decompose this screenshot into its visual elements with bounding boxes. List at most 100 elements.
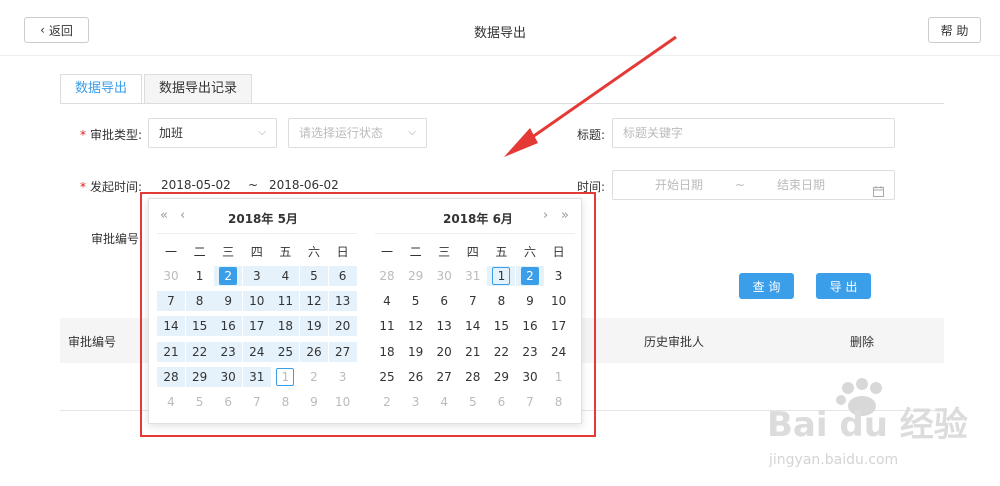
status-select[interactable]: 请选择运行状态 ⌵	[288, 118, 427, 148]
calendar-day[interactable]: 30	[157, 266, 185, 286]
tab-export-records[interactable]: 数据导出记录	[144, 74, 253, 104]
calendar-day[interactable]: 10	[545, 291, 573, 311]
calendar-day[interactable]: 4	[373, 291, 401, 311]
calendar-day[interactable]: 21	[459, 342, 487, 362]
calendar-day[interactable]: 28	[459, 367, 487, 387]
calendar-day[interactable]: 12	[402, 316, 430, 336]
calendar-day[interactable]: 14	[157, 316, 185, 337]
calendar-day[interactable]: 5	[186, 392, 214, 412]
calendar-day[interactable]: 4	[271, 266, 300, 286]
calendar-day[interactable]: 18	[271, 316, 300, 337]
calendar-day[interactable]: 4	[157, 392, 185, 412]
calendar-day[interactable]: 9	[214, 291, 243, 312]
calendar-day[interactable]: 1	[186, 266, 214, 286]
calendar-day[interactable]: 15	[185, 316, 214, 337]
calendar-day[interactable]: 6	[487, 392, 515, 412]
calendar-day[interactable]: 20	[328, 316, 357, 337]
calendar-day[interactable]: 8	[185, 291, 214, 312]
next-year-button[interactable]: »	[561, 208, 569, 223]
calendar-day[interactable]: 9	[516, 291, 544, 311]
calendar-day[interactable]: 28	[157, 366, 185, 387]
calendar-day[interactable]: 8	[487, 291, 515, 311]
calendar-day[interactable]: 5	[300, 266, 328, 286]
calendar-day[interactable]: 30	[214, 366, 243, 387]
query-button[interactable]: 查 询	[739, 273, 794, 299]
calendar-day[interactable]: 12	[300, 291, 328, 312]
calendar-day[interactable]: 7	[459, 291, 487, 311]
calendar-day[interactable]: 24	[545, 342, 573, 362]
end-date-input[interactable]: 2018-06-02	[269, 178, 339, 192]
calendar-day[interactable]: 21	[157, 341, 185, 362]
calendar-day[interactable]: 7	[157, 291, 185, 312]
calendar-day[interactable]: 25	[271, 341, 300, 362]
calendar-day[interactable]: 6	[328, 266, 357, 286]
calendar-day[interactable]: 13	[328, 291, 357, 312]
calendar-day[interactable]: 28	[373, 266, 401, 286]
calendar-day[interactable]: 9	[300, 392, 328, 412]
calendar-day[interactable]: 13	[430, 316, 458, 336]
start-date-input[interactable]: 2018-05-02	[161, 178, 231, 192]
tab-data-export[interactable]: 数据导出	[60, 74, 143, 104]
calendar-day[interactable]: 8	[545, 392, 573, 412]
calendar-day[interactable]: 2	[214, 266, 243, 286]
calendar-day[interactable]: 3	[545, 266, 573, 286]
calendar-day[interactable]: 2	[516, 266, 544, 286]
calendar-day[interactable]: 10	[242, 291, 271, 312]
calendar-day[interactable]: 19	[300, 316, 328, 337]
calendar-day[interactable]: 3	[402, 392, 430, 412]
calendar-day[interactable]: 29	[402, 266, 430, 286]
calendar-day[interactable]: 11	[271, 291, 300, 312]
calendar-day[interactable]: 6	[430, 291, 458, 311]
calendar-day[interactable]: 5	[459, 392, 487, 412]
calendar-day[interactable]: 23	[214, 341, 243, 362]
calendar-day[interactable]: 26	[300, 341, 328, 362]
prev-year-button[interactable]: «	[160, 208, 168, 223]
next-month-button[interactable]: ›	[543, 208, 548, 223]
calendar-day[interactable]: 22	[487, 342, 515, 362]
calendar-day[interactable]: 16	[516, 316, 544, 336]
calendar-day[interactable]: 5	[402, 291, 430, 311]
calendar-day[interactable]: 31	[242, 366, 271, 387]
calendar-day[interactable]: 4	[430, 392, 458, 412]
calendar-day[interactable]: 3	[329, 367, 357, 387]
export-button[interactable]: 导 出	[816, 273, 871, 299]
calendar-day[interactable]: 6	[214, 392, 242, 412]
calendar-day[interactable]: 1	[487, 266, 516, 286]
calendar-day[interactable]: 1	[545, 367, 573, 387]
calendar-day[interactable]: 24	[242, 341, 271, 362]
calendar-day[interactable]: 29	[487, 367, 515, 387]
calendar-day[interactable]: 30	[430, 266, 458, 286]
calendar-day[interactable]: 2	[373, 392, 401, 412]
calendar-day[interactable]: 14	[459, 316, 487, 336]
calendar-day[interactable]: 27	[328, 341, 357, 362]
calendar-day[interactable]: 7	[243, 392, 271, 412]
calendar-day[interactable]: 26	[402, 367, 430, 387]
calendar-day[interactable]: 16	[214, 316, 243, 337]
calendar-day[interactable]: 3	[242, 266, 271, 286]
calendar-day[interactable]: 30	[516, 367, 544, 387]
approval-type-select[interactable]: 加班 ⌵	[148, 118, 277, 148]
calendar-day[interactable]: 19	[402, 342, 430, 362]
calendar-day[interactable]: 25	[373, 367, 401, 387]
calendar-day[interactable]: 17	[242, 316, 271, 337]
calendar-day[interactable]: 23	[516, 342, 544, 362]
calendar-day[interactable]: 31	[459, 266, 487, 286]
calendar-icon	[873, 179, 884, 207]
calendar-day[interactable]: 27	[430, 367, 458, 387]
calendar-day[interactable]: 15	[487, 316, 515, 336]
calendar-day[interactable]: 17	[545, 316, 573, 336]
calendar-day[interactable]: 8	[271, 392, 299, 412]
calendar-day[interactable]: 2	[300, 367, 328, 387]
calendar-day[interactable]: 11	[373, 316, 401, 336]
time-range-input[interactable]: 开始日期 ~ 结束日期	[612, 170, 895, 200]
calendar-day[interactable]: 18	[373, 342, 401, 362]
calendar-day[interactable]: 1	[271, 367, 299, 387]
calendar-day[interactable]: 22	[185, 341, 214, 362]
calendar-day[interactable]: 29	[185, 366, 214, 387]
calendar-day[interactable]: 10	[329, 392, 357, 412]
prev-month-button[interactable]: ‹	[180, 208, 185, 223]
help-button[interactable]: 帮 助	[928, 17, 981, 43]
calendar-day[interactable]: 7	[516, 392, 544, 412]
chevron-down-icon: ⌵	[408, 127, 416, 138]
calendar-day[interactable]: 20	[430, 342, 458, 362]
